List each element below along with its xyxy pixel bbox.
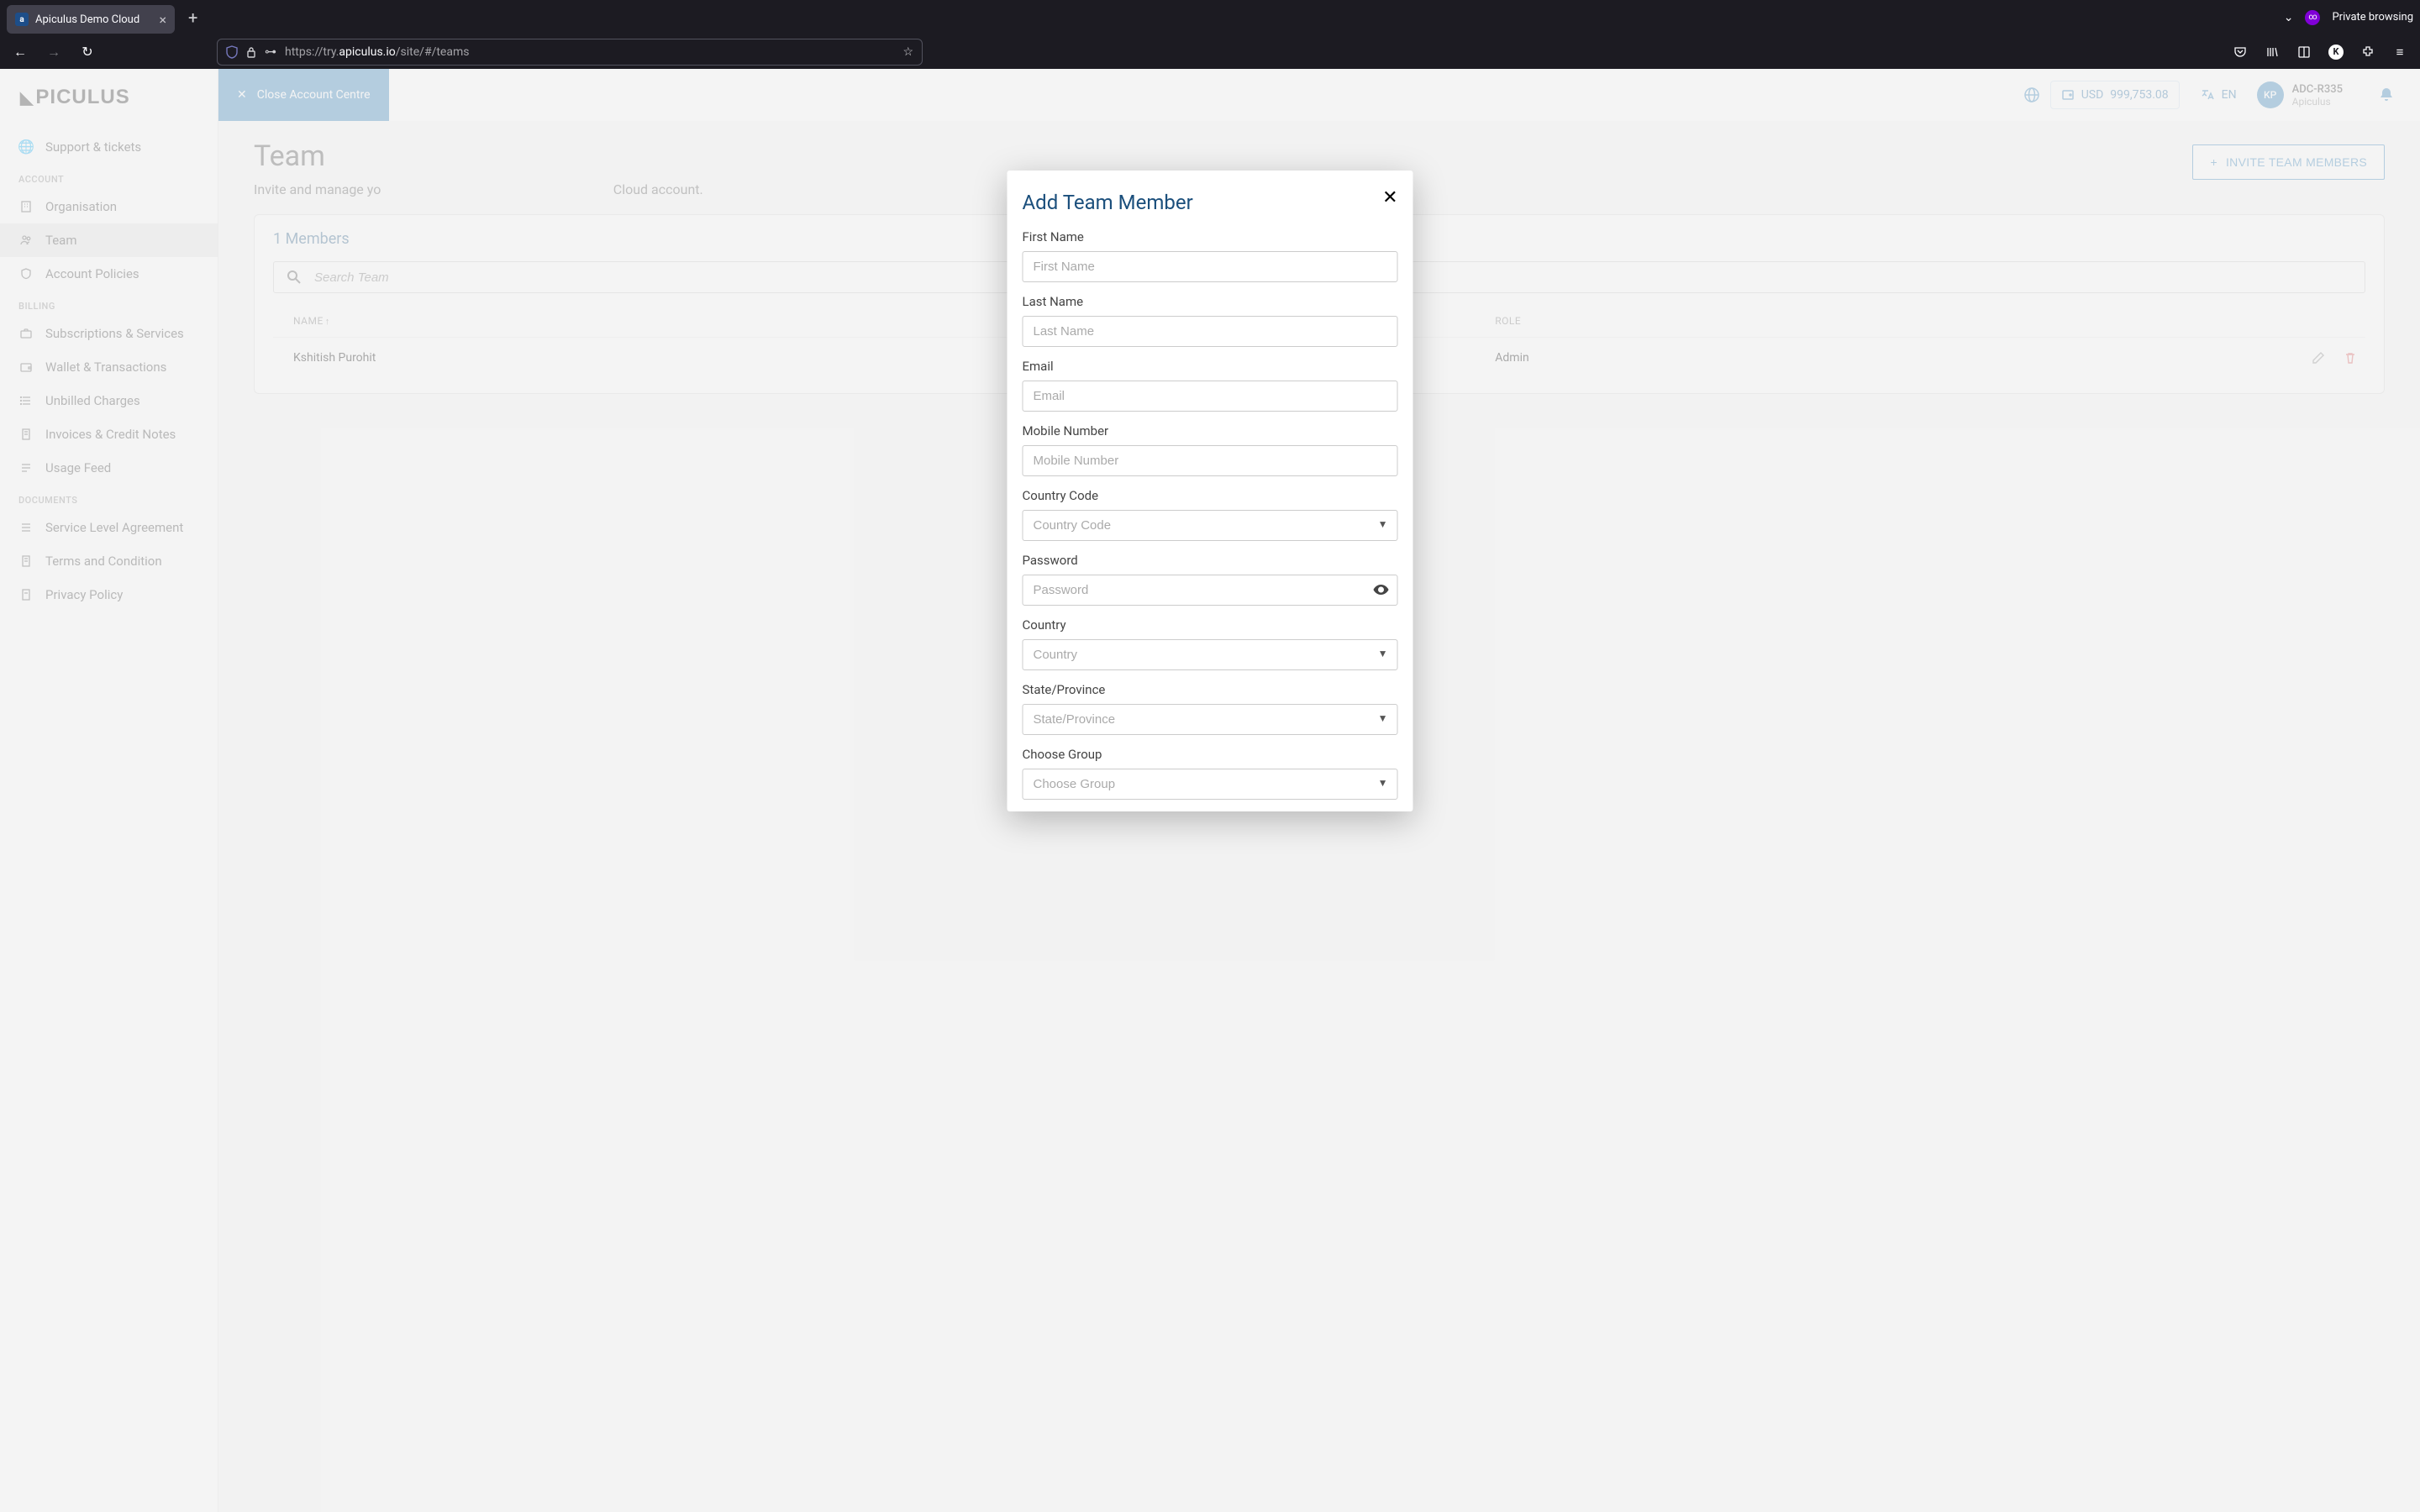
reload-button[interactable]: ↻ [74, 39, 101, 66]
reader-icon[interactable] [2291, 39, 2317, 66]
state-label: State/Province [1023, 682, 1398, 697]
eye-icon[interactable] [1373, 581, 1390, 598]
browser-toolbar: ← → ↻ ⊶ https://try.apiculus.io/site/#/t… [0, 34, 2420, 69]
new-tab-button[interactable]: + [188, 8, 197, 28]
state-select[interactable] [1023, 704, 1398, 735]
forward-button[interactable]: → [40, 39, 67, 66]
lock-icon[interactable] [246, 46, 256, 58]
modal-title: Add Team Member [1023, 191, 1398, 214]
account-icon[interactable]: K [2323, 39, 2349, 66]
private-browsing-label: Private browsing [2332, 11, 2413, 24]
app-root: PICULUS 🌐 Support & tickets ACCOUNT Orga… [0, 69, 2420, 1512]
key-icon[interactable]: ⊶ [265, 45, 276, 59]
group-select[interactable] [1023, 769, 1398, 800]
last-name-label: Last Name [1023, 294, 1398, 309]
tabs-dropdown-icon[interactable]: ⌄ [2284, 11, 2294, 24]
bookmark-star-icon[interactable]: ☆ [902, 45, 913, 59]
last-name-input[interactable] [1023, 316, 1398, 347]
address-bar[interactable]: ⊶ https://try.apiculus.io/site/#/teams ☆ [217, 39, 923, 66]
mobile-label: Mobile Number [1023, 423, 1398, 438]
group-label: Choose Group [1023, 747, 1398, 762]
close-tab-icon[interactable]: × [159, 12, 166, 28]
country-label: Country [1023, 617, 1398, 633]
email-label: Email [1023, 359, 1398, 374]
tab-favicon: a [15, 13, 29, 26]
first-name-label: First Name [1023, 229, 1398, 244]
extensions-icon[interactable] [2354, 39, 2381, 66]
password-label: Password [1023, 553, 1398, 568]
browser-tab[interactable]: a Apiculus Demo Cloud × [7, 5, 175, 34]
add-team-member-modal: Add Team Member ✕ First Name Last Name E… [1007, 171, 1413, 811]
country-select[interactable] [1023, 639, 1398, 670]
first-name-input[interactable] [1023, 251, 1398, 282]
modal-close-icon[interactable]: ✕ [1382, 187, 1397, 208]
shield-icon[interactable] [226, 45, 238, 59]
back-button[interactable]: ← [7, 39, 34, 66]
mobile-input[interactable] [1023, 445, 1398, 476]
url-text: https://try.apiculus.io/site/#/teams [285, 45, 894, 59]
browser-tab-strip: a Apiculus Demo Cloud × + ⌄ ∞ Private br… [0, 0, 2420, 34]
library-icon[interactable] [2259, 39, 2286, 66]
pocket-icon[interactable] [2227, 39, 2254, 66]
email-input[interactable] [1023, 381, 1398, 412]
country-code-select[interactable] [1023, 510, 1398, 541]
menu-icon[interactable]: ≡ [2386, 39, 2413, 66]
tab-title: Apiculus Demo Cloud [35, 13, 139, 26]
password-input[interactable] [1023, 575, 1398, 606]
private-mask-icon: ∞ [2305, 10, 2320, 25]
country-code-label: Country Code [1023, 488, 1398, 503]
